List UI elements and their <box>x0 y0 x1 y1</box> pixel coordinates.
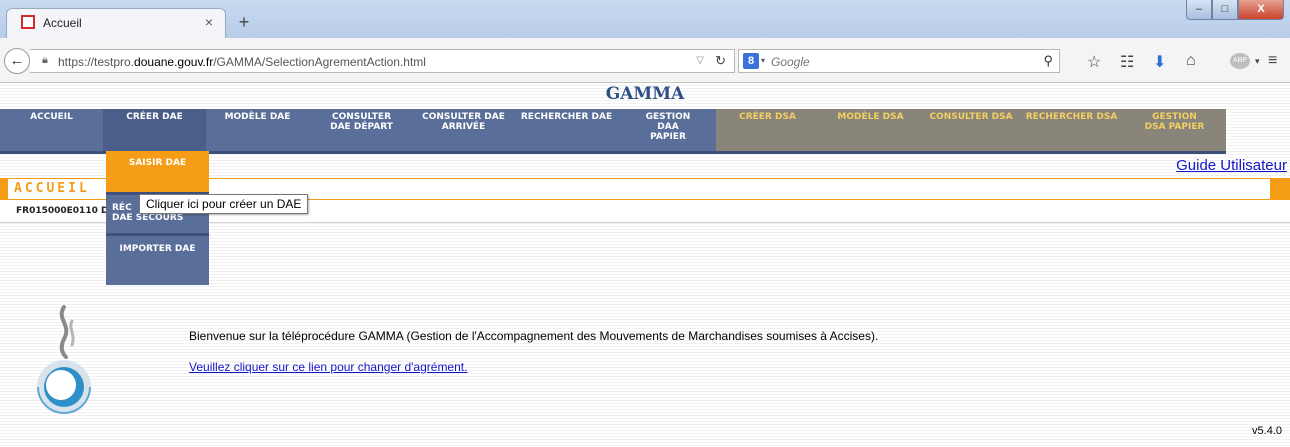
section-header-left-accent <box>0 179 8 199</box>
address-bar[interactable]: 🔒︎ https://testpro.douane.gouv.fr/GAMMA/… <box>30 49 735 73</box>
menu-item-consulter-dsa[interactable]: CONSULTER DSA <box>922 109 1020 151</box>
download-icon[interactable]: ⬇ <box>1153 52 1166 72</box>
agrement-code: FR015000E0110 D <box>16 206 109 216</box>
douane-logo-icon <box>37 305 91 414</box>
app-title: GAMMA <box>605 84 685 104</box>
creer-dae-submenu: SAISIR DAE RÉC DAE SECOURS IMPORTER DAE <box>106 151 209 285</box>
home-icon[interactable]: ⌂ <box>1186 52 1196 70</box>
menu-item-modele-dsa[interactable]: MODÈLE DSA <box>819 109 922 151</box>
section-header-right-accent <box>1270 179 1290 199</box>
search-bar[interactable]: 8 ▾ Google ⚲ <box>738 49 1060 73</box>
menu-item-accueil[interactable]: ACCUEIL <box>0 109 103 151</box>
menu-item-consulter-dae-arrivee[interactable]: CONSULTER DAE ARRIVÉE <box>412 109 515 151</box>
bookmarks-list-icon[interactable]: ☷ <box>1120 52 1134 72</box>
tab-close-icon[interactable]: × <box>205 14 213 30</box>
change-agrement-link[interactable]: Veuillez cliquer sur ce lien pour change… <box>189 360 467 374</box>
submenu-item-importer-dae[interactable]: IMPORTER DAE <box>106 236 209 285</box>
version-label: v5.4.0 <box>1252 425 1282 437</box>
browser-titlebar: Accueil × + – □ X <box>0 0 1290 38</box>
menu-item-gestion-dsa-papier[interactable]: GESTION DSA PAPIER <box>1123 109 1226 151</box>
window-minimize-button[interactable]: – <box>1186 0 1212 20</box>
menu-hamburger-icon[interactable]: ≡ <box>1268 52 1277 70</box>
site-favicon-icon <box>21 15 35 29</box>
menu-item-creer-dsa[interactable]: CRÉER DSA <box>716 109 819 151</box>
reload-icon[interactable]: ↻ <box>715 53 726 69</box>
submenu-item-recup-line2: DAE SECOURS <box>112 213 184 223</box>
menu-item-creer-dae[interactable]: CRÉER DAE <box>103 109 206 151</box>
browser-navbar: ← 🔒︎ https://testpro.douane.gouv.fr/GAMM… <box>0 38 1290 83</box>
menu-item-consulter-dae-depart[interactable]: CONSULTER DAE DÉPART <box>309 109 412 151</box>
page-content: GAMMA ACCUEIL CRÉER DAE MODÈLE DAE CONSU… <box>0 83 1290 447</box>
browser-tab[interactable]: Accueil × <box>6 8 226 38</box>
guide-utilisateur-link[interactable]: Guide Utilisateur <box>1176 157 1287 174</box>
back-button[interactable]: ← <box>4 48 30 74</box>
bookmark-star-icon[interactable]: ☆ <box>1087 52 1101 72</box>
main-menu: ACCUEIL CRÉER DAE MODÈLE DAE CONSULTER D… <box>0 109 1290 151</box>
search-engine-icon[interactable]: 8 <box>743 53 759 69</box>
search-placeholder: Google <box>771 55 810 69</box>
new-tab-button[interactable]: + <box>232 11 256 33</box>
back-arrow-icon: ← <box>9 52 25 69</box>
window-maximize-button[interactable]: □ <box>1212 0 1238 20</box>
menu-item-gestion-daa-papier[interactable]: GESTION DAA PAPIER <box>618 109 716 151</box>
menu-item-rechercher-dsa[interactable]: RECHERCHER DSA <box>1020 109 1123 151</box>
menu-item-rechercher-dae[interactable]: RECHERCHER DAE <box>515 109 618 151</box>
url-dropdown-icon[interactable]: ▽ <box>696 55 704 66</box>
section-title: ACCUEIL <box>14 181 90 196</box>
url-text: https://testpro.douane.gouv.fr/GAMMA/Sel… <box>58 55 426 69</box>
tab-title: Accueil <box>43 16 82 30</box>
menu-item-modele-dae[interactable]: MODÈLE DAE <box>206 109 309 151</box>
search-engine-dropdown-icon[interactable]: ▾ <box>761 56 765 65</box>
adblock-dropdown-icon[interactable]: ▾ <box>1255 56 1260 67</box>
search-icon[interactable]: ⚲ <box>1043 53 1053 69</box>
submenu-item-saisir-dae[interactable]: SAISIR DAE <box>106 151 209 195</box>
lock-icon: 🔒︎ <box>42 54 48 66</box>
tooltip: Cliquer ici pour créer un DAE <box>139 194 309 214</box>
window-close-button[interactable]: X <box>1238 0 1284 20</box>
adblock-icon[interactable]: ABP <box>1230 53 1250 69</box>
welcome-text: Bienvenue sur la téléprocédure GAMMA (Ge… <box>189 329 879 343</box>
